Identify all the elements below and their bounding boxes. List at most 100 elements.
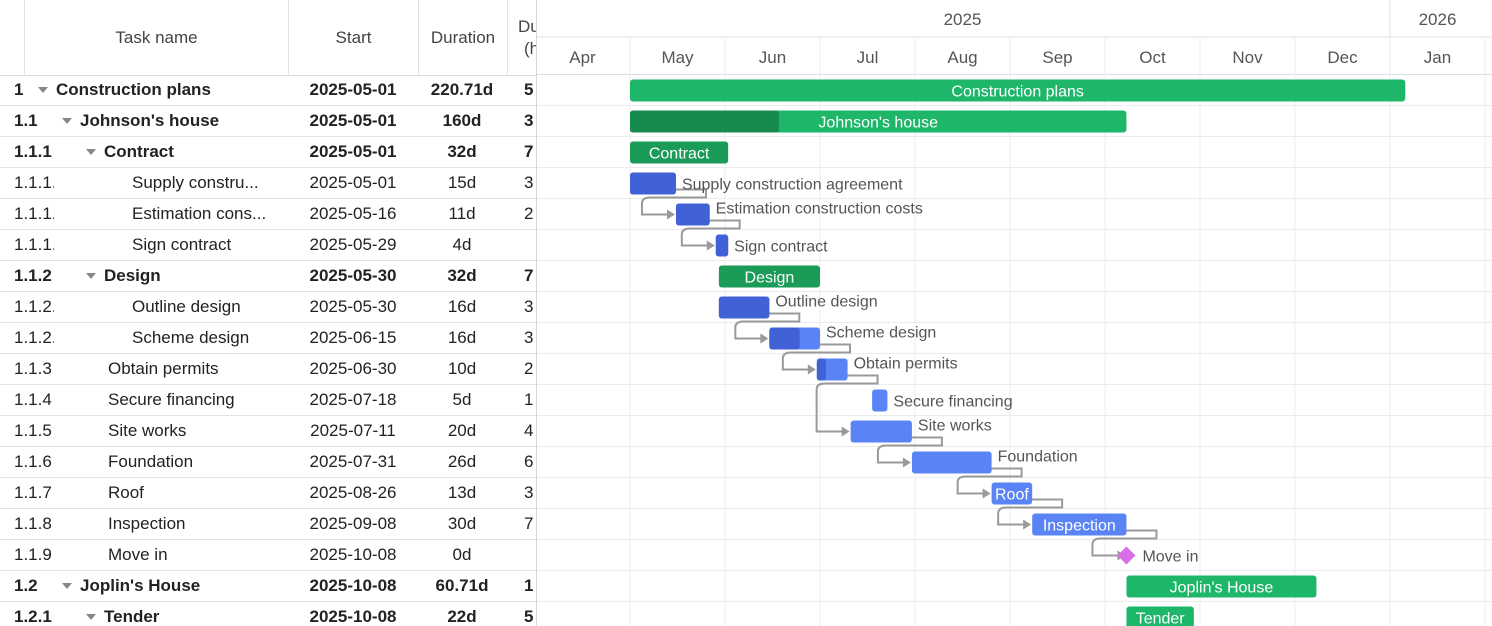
task-name-text: Joplin's House bbox=[80, 576, 201, 595]
task-name-cell: Johnson's house bbox=[24, 106, 286, 136]
task-name-text: Roof bbox=[108, 483, 144, 502]
month-label: Apr bbox=[569, 48, 596, 67]
bar-label: Contract bbox=[649, 146, 710, 163]
table-row[interactable]: 1.1 Johnson's house 2025-05-01 160d 3 bbox=[0, 106, 537, 137]
collapse-toggle-icon[interactable] bbox=[62, 582, 72, 589]
task-name-cell: Contract bbox=[24, 137, 286, 167]
duration-cell: 0d bbox=[452, 545, 472, 564]
grid-header: Task name Start Duration Du (h bbox=[0, 0, 537, 76]
duration-hours-cell: 3 bbox=[524, 111, 534, 130]
task-name-text: Johnson's house bbox=[80, 111, 220, 130]
task-name-cell: Move in bbox=[24, 540, 286, 570]
duration-hours-cell: 2 bbox=[524, 204, 534, 223]
task-grid: Task name Start Duration Du (h 1 Construc… bbox=[0, 0, 537, 626]
task-bar[interactable] bbox=[911, 451, 992, 474]
month-label: Jul bbox=[857, 48, 879, 67]
duration-cell: 160d bbox=[442, 111, 482, 130]
task-name-text: Supply constru... bbox=[132, 173, 259, 192]
task-name-text: Secure financing bbox=[108, 390, 235, 409]
month-label: Nov bbox=[1232, 48, 1263, 67]
duration-hours-cell: 3 bbox=[524, 483, 534, 502]
task-name-cell: Tender bbox=[24, 602, 286, 626]
task-name-text: Construction plans bbox=[56, 80, 211, 99]
task-name-text: Outline design bbox=[132, 297, 241, 316]
task-bar[interactable] bbox=[850, 420, 912, 443]
column-header-duration[interactable]: Duration bbox=[418, 0, 507, 75]
month-label: Dec bbox=[1327, 48, 1358, 67]
start-cell: 2025-05-30 bbox=[309, 297, 397, 316]
duration-hours-cell: 1 bbox=[524, 390, 534, 409]
task-bar-progress bbox=[718, 296, 770, 319]
duration-cell: 220.71d bbox=[430, 80, 494, 99]
duration-hours-cell bbox=[508, 230, 537, 260]
collapse-toggle-icon[interactable] bbox=[86, 613, 96, 620]
task-name-cell: Inspection bbox=[24, 509, 286, 539]
milestone-diamond[interactable] bbox=[1117, 546, 1136, 565]
table-row[interactable]: 1.2 Joplin's House 2025-10-08 60.71d 1 bbox=[0, 571, 537, 602]
bar-label: Design bbox=[745, 270, 795, 287]
task-name-cell: Design bbox=[24, 261, 286, 291]
table-row[interactable]: 1.1.2 Design 2025-05-30 32d 7 bbox=[0, 261, 537, 292]
table-row[interactable]: 1.1.1 Contract 2025-05-01 32d 7 bbox=[0, 137, 537, 168]
start-cell: 2025-10-08 bbox=[309, 545, 397, 564]
duration-hours-cell: 2 bbox=[524, 359, 534, 378]
duration-cell: 32d bbox=[447, 142, 477, 161]
table-row[interactable]: 1.1.8 Inspection 2025-09-08 30d 7 bbox=[0, 509, 537, 540]
start-cell: 2025-05-29 bbox=[309, 235, 397, 254]
task-name-text: Scheme design bbox=[132, 328, 250, 347]
duration-cell: 32d bbox=[447, 266, 477, 285]
table-row[interactable]: 1.1.7 Roof 2025-08-26 13d 3 bbox=[0, 478, 537, 509]
task-bar-progress bbox=[630, 172, 676, 195]
table-row[interactable]: 1.1.9 Move in 2025-10-08 0d bbox=[0, 540, 537, 571]
table-row[interactable]: 1.1.5 Site works 2025-07-11 20d 4 bbox=[0, 416, 537, 447]
start-cell: 2025-09-08 bbox=[309, 514, 397, 533]
collapse-toggle-icon[interactable] bbox=[38, 86, 48, 93]
collapse-toggle-icon[interactable] bbox=[86, 148, 96, 155]
start-cell: 2025-05-01 bbox=[309, 80, 397, 99]
task-name-text: Estimation cons... bbox=[132, 204, 267, 223]
dependency-arrow-icon bbox=[841, 426, 850, 437]
column-header-start[interactable]: Start bbox=[288, 0, 418, 75]
dependency-arrow-icon bbox=[1023, 519, 1032, 530]
task-bar-progress bbox=[769, 327, 800, 350]
table-row[interactable]: 1.1.2.1Outline design2025-05-3016d3 bbox=[0, 292, 537, 323]
duration-cell: 16d bbox=[447, 297, 477, 316]
table-row[interactable]: 1.1.3 Obtain permits 2025-06-30 10d 2 bbox=[0, 354, 537, 385]
year-label: 2026 bbox=[1419, 10, 1457, 29]
collapse-toggle-icon[interactable] bbox=[86, 272, 96, 279]
start-cell: 2025-06-30 bbox=[309, 359, 397, 378]
duration-hours-cell: 3 bbox=[524, 173, 534, 192]
collapse-toggle-icon[interactable] bbox=[62, 117, 72, 124]
bar-label: Joplin's House bbox=[1170, 580, 1274, 597]
task-name-cell: Joplin's House bbox=[24, 571, 286, 601]
duration-hours-cell: 7 bbox=[524, 266, 534, 285]
column-header-task-name[interactable]: Task name bbox=[24, 0, 288, 75]
bar-side-label: Outline design bbox=[775, 294, 877, 311]
table-row[interactable]: 1.1.2.2Scheme design2025-06-1516d3 bbox=[0, 323, 537, 354]
task-name-text: Contract bbox=[104, 142, 174, 161]
duration-hours-cell: 6 bbox=[524, 452, 534, 471]
duration-cell: 13d bbox=[447, 483, 477, 502]
table-row[interactable]: 1 Construction plans 2025-05-01 220.71d 5 bbox=[0, 75, 537, 106]
table-row[interactable]: 1.1.1.1Supply constru...2025-05-0115d3 bbox=[0, 168, 537, 199]
task-name-cell: Secure financing bbox=[24, 385, 286, 415]
table-row[interactable]: 1.1.4 Secure financing 2025-07-18 5d 1 bbox=[0, 385, 537, 416]
table-row[interactable]: 1.1.1.3Sign contract2025-05-294d bbox=[0, 230, 537, 261]
table-row[interactable]: 1.1.1.2Estimation cons...2025-05-1611d2 bbox=[0, 199, 537, 230]
table-row[interactable]: 1.2.1 Tender 2025-10-08 22d 5 bbox=[0, 602, 537, 626]
table-row[interactable]: 1.1.6 Foundation 2025-07-31 26d 6 bbox=[0, 447, 537, 478]
month-label: May bbox=[661, 48, 694, 67]
month-label: Jan bbox=[1424, 48, 1451, 67]
start-cell: 2025-10-08 bbox=[309, 576, 397, 595]
start-cell: 2025-06-15 bbox=[309, 328, 397, 347]
task-bar-progress bbox=[630, 110, 779, 133]
duration-cell: 5d bbox=[452, 390, 472, 409]
bar-side-label: Obtain permits bbox=[854, 356, 958, 373]
column-header-duration-hours[interactable]: Du (h bbox=[507, 0, 537, 75]
task-name-cell: Site works bbox=[24, 416, 286, 446]
month-label: Aug bbox=[947, 48, 977, 67]
task-bar[interactable] bbox=[872, 389, 888, 412]
month-label: Sep bbox=[1042, 48, 1072, 67]
duration-hours-cell bbox=[508, 540, 537, 570]
duration-cell: 16d bbox=[447, 328, 477, 347]
